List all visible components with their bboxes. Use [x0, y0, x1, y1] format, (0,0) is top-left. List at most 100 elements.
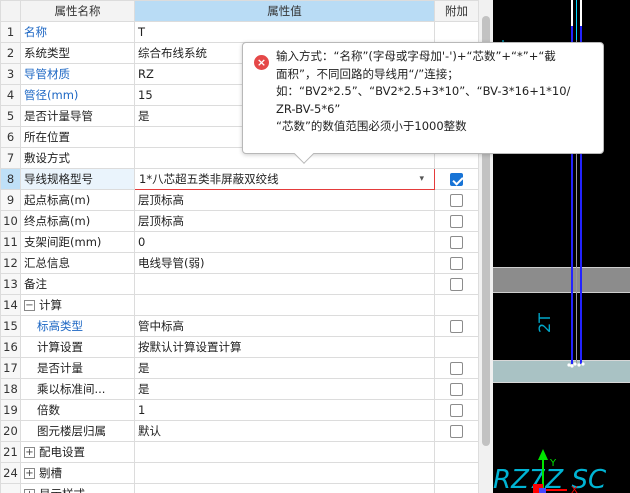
property-name: 导线规格型号: [20, 168, 135, 190]
property-row[interactable]: 19 倍数 1: [0, 399, 479, 421]
property-value[interactable]: [134, 462, 435, 484]
property-value[interactable]: 默认: [134, 420, 435, 442]
property-name-label: 所在位置: [24, 130, 70, 144]
property-row[interactable]: 16 计算设置 按默认计算设置计算: [0, 336, 479, 358]
wire-spec-dropdown[interactable]: 1*八芯超五类非屏蔽双绞线 ▾: [134, 168, 435, 190]
property-name-label: 配电设置: [39, 445, 85, 459]
expand-icon[interactable]: +: [24, 468, 35, 479]
row-index: 6: [0, 126, 21, 148]
property-name: 管径(mm): [20, 84, 135, 106]
property-row[interactable]: 14− 计算: [0, 294, 479, 316]
tooltip-line: “芯数”的数值范围必须小于1000整数: [276, 119, 467, 133]
property-value[interactable]: 是: [134, 357, 435, 379]
property-name: 标高类型: [20, 315, 135, 337]
property-value[interactable]: 层顶标高: [134, 210, 435, 232]
property-name-label: 名称: [24, 25, 47, 39]
property-value[interactable]: 层顶标高: [134, 189, 435, 211]
append-checkbox-checked[interactable]: [450, 173, 463, 186]
append-checkbox[interactable]: [450, 257, 463, 270]
property-row[interactable]: + 显示样式: [0, 483, 479, 493]
property-name: 起点标高(m): [20, 189, 135, 211]
property-row[interactable]: 10 终点标高(m) 层顶标高: [0, 210, 479, 232]
add-cell: [434, 357, 479, 379]
row-index: 13: [0, 273, 21, 295]
property-value[interactable]: 电线导管(弱): [134, 252, 435, 274]
property-name: 名称: [20, 21, 135, 43]
property-name: 备注: [20, 273, 135, 295]
append-checkbox[interactable]: [450, 425, 463, 438]
property-name: 系统类型: [20, 42, 135, 64]
row-index: 10: [0, 210, 21, 232]
append-checkbox[interactable]: [450, 320, 463, 333]
append-checkbox[interactable]: [450, 215, 463, 228]
add-cell: [434, 210, 479, 232]
property-name: + 配电设置: [20, 441, 135, 463]
header-add: 附加: [434, 0, 479, 22]
property-row[interactable]: 18 乘以标准间... 是: [0, 378, 479, 400]
dropdown-arrow-icon[interactable]: ▾: [419, 174, 424, 184]
header-name: 属性名称: [20, 0, 135, 22]
property-value[interactable]: T: [134, 21, 435, 43]
property-name: 是否计量导管: [20, 105, 135, 127]
property-value[interactable]: [134, 294, 435, 316]
expand-icon[interactable]: +: [24, 447, 35, 458]
expand-icon[interactable]: +: [24, 489, 35, 493]
property-row[interactable]: 24 + 剔槽: [0, 462, 479, 484]
header-index: [0, 0, 21, 22]
property-name-label: 敷设方式: [24, 151, 70, 165]
tooltip-line: 输入方式：“名称”(字母或字母加'-')+“芯数”+“*”+“截: [276, 49, 556, 63]
property-value[interactable]: 0: [134, 231, 435, 253]
property-row[interactable]: 17 是否计量 是: [0, 357, 479, 379]
property-row[interactable]: 12 汇总信息 电线导管(弱): [0, 252, 479, 274]
row-index: 18: [0, 378, 21, 400]
collapse-icon[interactable]: −: [24, 300, 35, 311]
add-cell: [434, 294, 479, 316]
property-row[interactable]: 8 导线规格型号 1*八芯超五类非屏蔽双绞线 ▾: [0, 168, 479, 190]
append-checkbox[interactable]: [450, 362, 463, 375]
append-checkbox[interactable]: [450, 278, 463, 291]
add-cell: [434, 315, 479, 337]
property-name-label: 终点标高(m): [24, 214, 91, 228]
property-row[interactable]: 1 名称 T: [0, 21, 479, 43]
row-index: 3: [0, 63, 21, 85]
add-cell: [434, 21, 479, 43]
property-name-label: 图元楼层归属: [37, 424, 106, 438]
property-value[interactable]: 是: [134, 378, 435, 400]
property-value[interactable]: [134, 273, 435, 295]
dropdown-field[interactable]: 1*八芯超五类非屏蔽双绞线 ▾: [135, 169, 434, 189]
row-index: [0, 483, 21, 493]
property-name-label: 起点标高(m): [24, 193, 91, 207]
row-index: 15: [0, 315, 21, 337]
header-value: 属性值: [134, 0, 435, 22]
property-value[interactable]: 按默认计算设置计算: [134, 336, 435, 358]
property-value[interactable]: [134, 483, 435, 493]
append-checkbox[interactable]: [450, 404, 463, 417]
property-value[interactable]: [134, 441, 435, 463]
row-index: 21: [0, 441, 21, 463]
property-row[interactable]: 9 起点标高(m) 层顶标高: [0, 189, 479, 211]
property-value[interactable]: 管中标高: [134, 315, 435, 337]
header-row: 属性名称 属性值 附加: [0, 0, 479, 22]
label-bottom: RZ7Z SC: [493, 465, 607, 493]
row-index: 5: [0, 105, 21, 127]
append-checkbox[interactable]: [450, 194, 463, 207]
property-name: 乘以标准间...: [20, 378, 135, 400]
property-row[interactable]: 20 图元楼层归属 默认: [0, 420, 479, 442]
row-index: 17: [0, 357, 21, 379]
append-checkbox[interactable]: [450, 383, 463, 396]
row-index: 2: [0, 42, 21, 64]
property-value[interactable]: 1: [134, 399, 435, 421]
add-cell: [434, 336, 479, 358]
row-index: 4: [0, 84, 21, 106]
property-name-label: 乘以标准间...: [37, 382, 106, 396]
property-row[interactable]: 13 备注: [0, 273, 479, 295]
append-checkbox[interactable]: [450, 236, 463, 249]
property-name-label: 系统类型: [24, 46, 70, 60]
property-row[interactable]: 21 + 配电设置: [0, 441, 479, 463]
property-row[interactable]: 11 支架间距(mm) 0: [0, 231, 479, 253]
property-row[interactable]: 15 标高类型 管中标高: [0, 315, 479, 337]
property-name-label: 显示样式: [39, 487, 85, 493]
row-index: 24: [0, 462, 21, 484]
svg-text:X: X: [571, 485, 578, 493]
input-format-tooltip: 输入方式：“名称”(字母或字母加'-')+“芯数”+“*”+“截 面积”，不同回…: [242, 42, 604, 164]
